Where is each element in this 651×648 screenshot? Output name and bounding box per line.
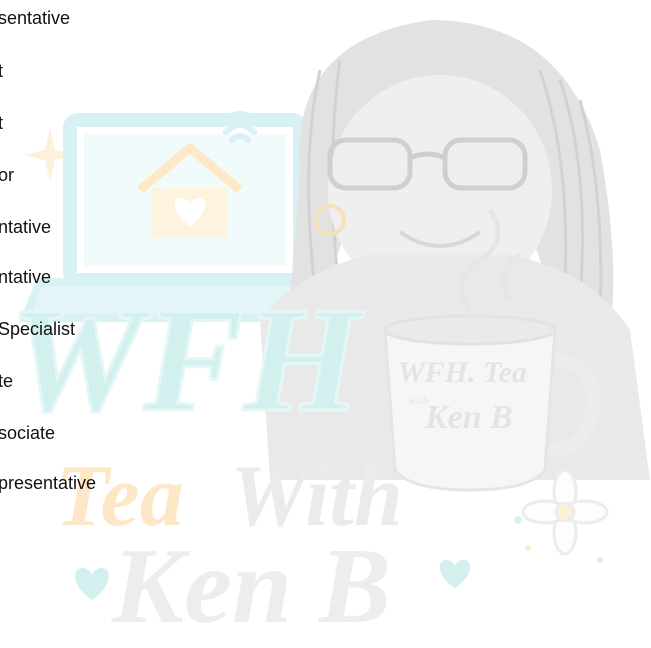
job-title-item: t xyxy=(0,61,4,81)
job-title-list: sentative t t or ntative ntative Special… xyxy=(0,0,651,648)
job-title-item: te xyxy=(0,371,14,391)
job-title-item: sociate xyxy=(0,423,56,443)
job-title-item: ntative xyxy=(0,267,52,287)
job-title-item: ntative xyxy=(0,217,52,237)
job-title-item: sentative xyxy=(0,8,71,28)
job-title-item: or xyxy=(0,165,15,185)
job-title-item: Specialist xyxy=(0,319,76,339)
job-title-item: t xyxy=(0,113,4,133)
job-title-item: presentative xyxy=(0,473,97,493)
